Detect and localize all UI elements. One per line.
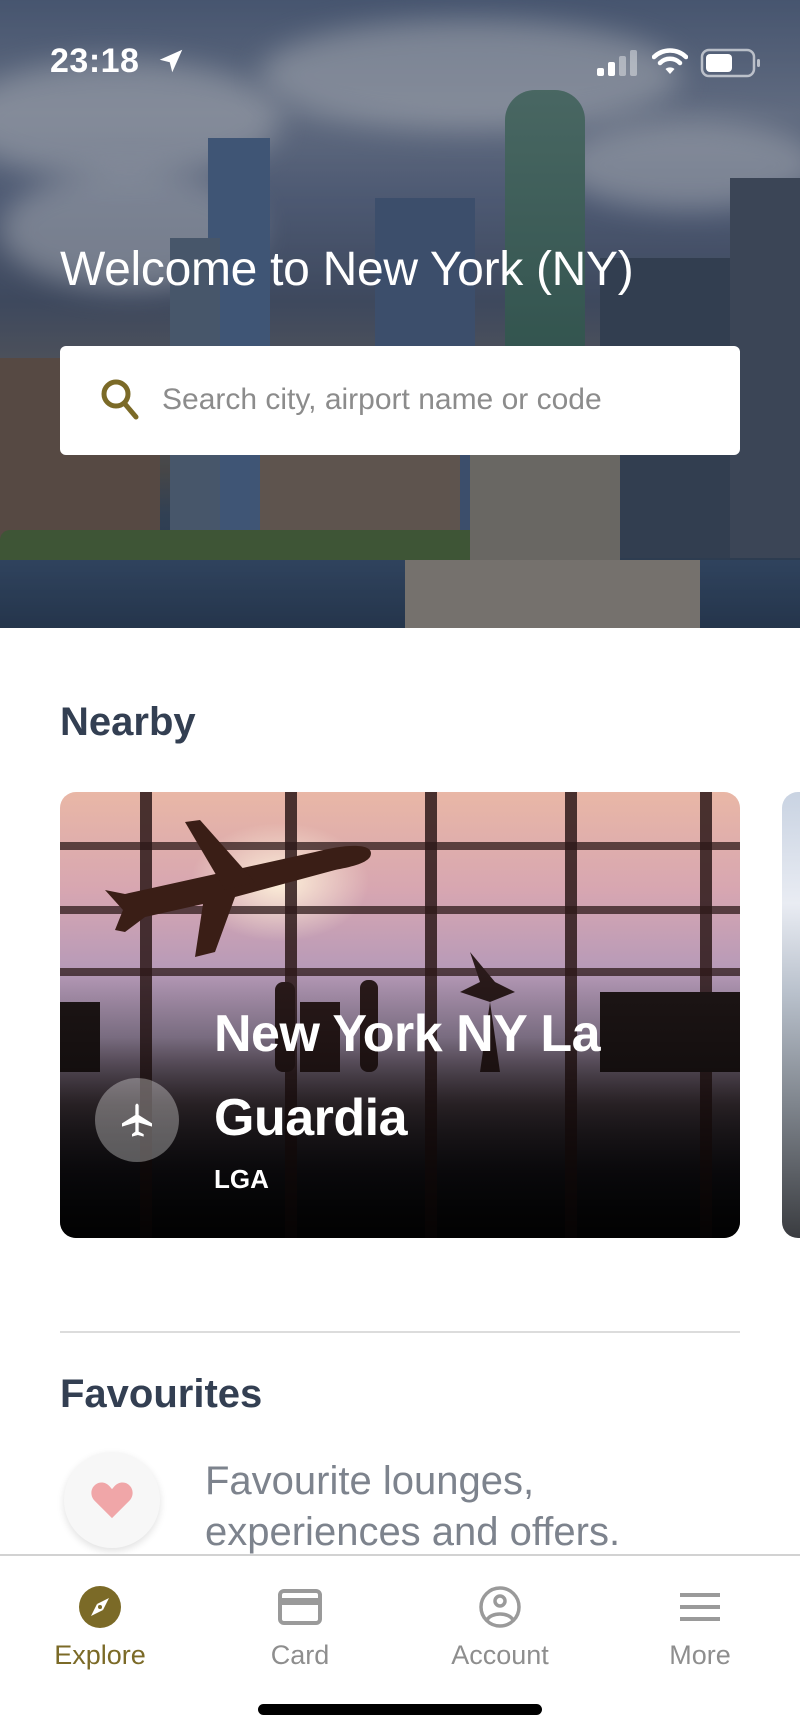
favourites-empty-text: Favourite lounges, experiences and offer…: [205, 1459, 621, 1554]
section-divider: [60, 1331, 740, 1333]
battery-icon: [700, 48, 760, 78]
heart-badge: [64, 1452, 160, 1548]
status-bar: 23:18: [0, 0, 800, 120]
location-arrow-icon: [159, 49, 183, 73]
favourites-heading: Favourites: [60, 1372, 263, 1416]
cellular-signal-icon: [597, 50, 637, 76]
page-title: Welcome to New York (NY): [60, 243, 634, 296]
compass-icon: [77, 1584, 123, 1630]
wifi-icon: [652, 48, 688, 74]
card-title: New York NY La Guardia: [214, 1005, 601, 1147]
tab-more[interactable]: More: [600, 1556, 800, 1686]
favourites-empty-state: Favourite lounges, experiences and offer…: [60, 1452, 760, 1554]
nearby-card-lga[interactable]: New York NY La Guardia LGA: [60, 792, 740, 1238]
search-box[interactable]: [60, 346, 740, 455]
nearby-heading: Nearby: [60, 700, 196, 744]
search-icon: [101, 379, 139, 420]
tab-label: Explore: [54, 1640, 146, 1670]
menu-icon: [677, 1584, 723, 1630]
tab-account[interactable]: Account: [400, 1556, 600, 1686]
airport-type-badge: [95, 1078, 179, 1162]
nearby-card-next[interactable]: [782, 792, 800, 1238]
credit-card-icon: [277, 1584, 323, 1630]
tab-label: Account: [451, 1640, 549, 1670]
tab-label: More: [669, 1640, 731, 1670]
home-indicator[interactable]: [258, 1704, 542, 1715]
tab-card[interactable]: Card: [200, 1556, 400, 1686]
card-airport-code: LGA: [214, 1164, 269, 1194]
tab-label: Card: [270, 1640, 330, 1670]
account-circle-icon: [477, 1584, 523, 1630]
airplane-icon: [122, 1103, 152, 1137]
hero-banner: 23:18 Welcome to New York (NY): [0, 0, 800, 628]
status-time: 23:18: [50, 42, 140, 80]
tab-explore[interactable]: Explore: [0, 1556, 200, 1686]
search-input[interactable]: [162, 374, 722, 426]
heart-icon: [91, 1482, 133, 1519]
